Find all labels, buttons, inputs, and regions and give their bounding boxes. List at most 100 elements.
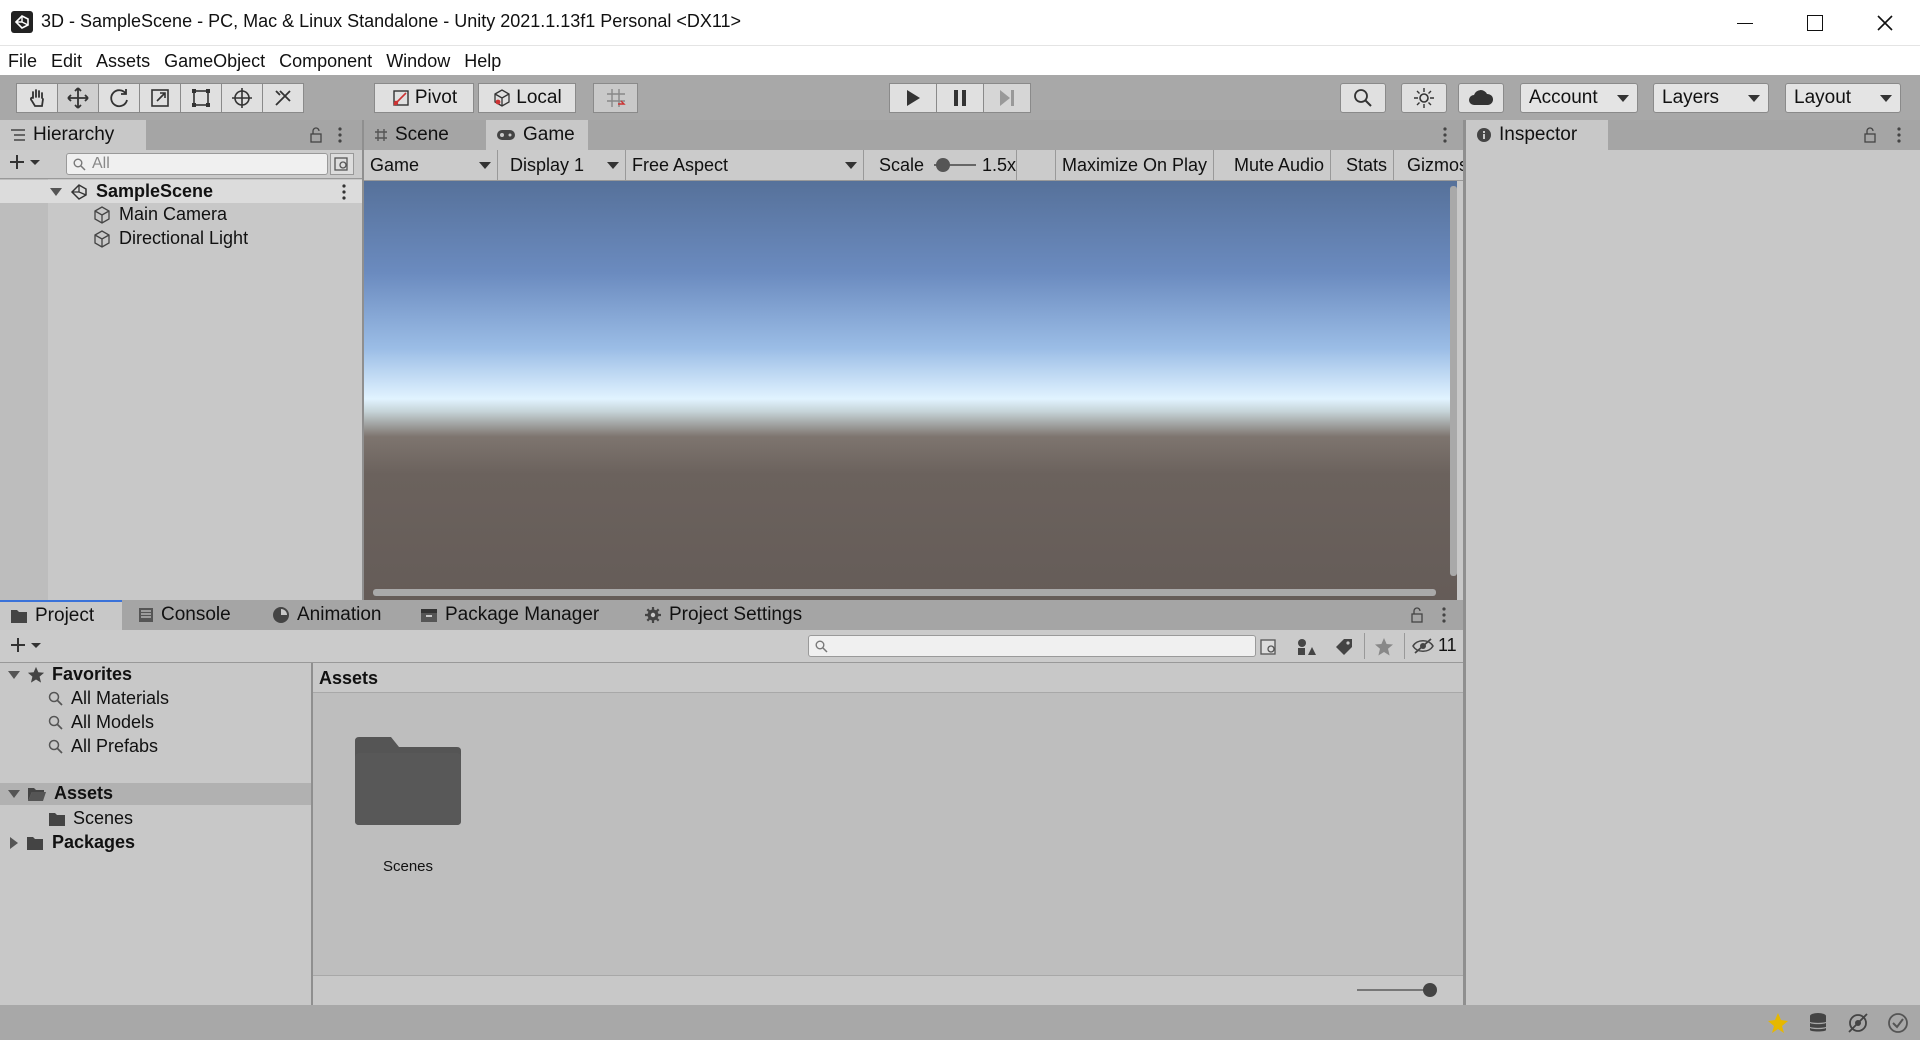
scale-slider[interactable] bbox=[934, 158, 977, 172]
expand-arrow-icon[interactable] bbox=[8, 670, 20, 679]
kebab-menu-icon[interactable] bbox=[1441, 607, 1447, 623]
move-tool-button[interactable] bbox=[57, 83, 99, 113]
pause-icon bbox=[954, 90, 966, 106]
asset-item-scenes[interactable]: Scenes bbox=[353, 735, 463, 883]
rotate-tool-button[interactable] bbox=[98, 83, 140, 113]
maximize-button[interactable] bbox=[1780, 0, 1850, 46]
collapsed-arrow-icon[interactable] bbox=[10, 836, 18, 849]
slider-handle[interactable] bbox=[1423, 983, 1437, 997]
auto-generate-lighting-icon[interactable] bbox=[1846, 1011, 1870, 1035]
cache-server-icon[interactable] bbox=[1806, 1011, 1830, 1035]
scene-name: SampleScene bbox=[96, 181, 214, 201]
bug-warning-icon[interactable] bbox=[1766, 1011, 1790, 1035]
tab-console[interactable]: Console bbox=[128, 600, 241, 630]
hierarchy-item-main-camera[interactable]: Main Camera bbox=[92, 204, 227, 225]
minimize-button[interactable] bbox=[1710, 0, 1780, 46]
tab-inspector[interactable]: Inspector bbox=[1466, 120, 1608, 150]
scene-row[interactable]: SampleScene bbox=[0, 180, 363, 203]
menu-window[interactable]: Window bbox=[379, 47, 457, 75]
close-button[interactable] bbox=[1850, 0, 1920, 46]
tree-assets-row[interactable]: Assets bbox=[0, 783, 311, 805]
horizontal-scrollbar[interactable] bbox=[373, 589, 1436, 596]
menu-component[interactable]: Component bbox=[272, 47, 379, 75]
star-icon[interactable] bbox=[1374, 637, 1394, 657]
breadcrumb-assets[interactable]: Assets bbox=[319, 668, 378, 689]
game-view-render[interactable] bbox=[364, 181, 1457, 600]
chevron-down-icon bbox=[31, 642, 41, 648]
filter-icon bbox=[334, 157, 348, 171]
lock-icon[interactable] bbox=[1863, 127, 1877, 143]
account-dropdown[interactable]: Account bbox=[1520, 83, 1638, 113]
pause-button[interactable] bbox=[936, 83, 984, 113]
kebab-menu-icon[interactable] bbox=[341, 184, 347, 200]
rect-tool-button[interactable] bbox=[180, 83, 222, 113]
tab-hierarchy[interactable]: Hierarchy bbox=[0, 120, 146, 150]
tree-item-scenes[interactable]: Scenes bbox=[48, 808, 133, 829]
hierarchy-search-input[interactable]: All bbox=[66, 153, 328, 175]
tree-item-all-prefabs[interactable]: All Prefabs bbox=[48, 736, 158, 757]
tree-item-all-materials[interactable]: All Materials bbox=[48, 688, 169, 709]
hierarchy-item-directional-light[interactable]: Directional Light bbox=[92, 228, 248, 249]
tab-project[interactable]: Project bbox=[0, 600, 122, 630]
custom-tool-button[interactable] bbox=[262, 83, 304, 113]
check-circle-icon[interactable] bbox=[1886, 1011, 1910, 1035]
search-by-type-icon[interactable] bbox=[1259, 638, 1281, 658]
mute-audio-toggle[interactable]: Mute Audio bbox=[1228, 150, 1332, 180]
layers-dropdown[interactable]: Layers bbox=[1653, 83, 1769, 113]
game-view-dropdown[interactable]: Game bbox=[366, 150, 498, 180]
transform-tool-button[interactable] bbox=[221, 83, 263, 113]
expand-arrow-icon[interactable] bbox=[8, 789, 20, 798]
icon-size-slider[interactable] bbox=[1357, 989, 1433, 991]
local-toggle[interactable]: Local bbox=[478, 83, 576, 113]
stats-toggle[interactable]: Stats bbox=[1340, 150, 1395, 180]
slider-handle[interactable] bbox=[936, 158, 951, 172]
tab-game[interactable]: Game bbox=[486, 120, 588, 150]
lock-icon[interactable] bbox=[309, 127, 323, 143]
tree-packages[interactable]: Packages bbox=[8, 832, 135, 853]
menu-file[interactable]: File bbox=[1, 47, 44, 75]
layout-dropdown[interactable]: Layout bbox=[1785, 83, 1901, 113]
expand-arrow-icon[interactable] bbox=[50, 187, 62, 196]
aspect-dropdown[interactable]: Free Aspect bbox=[628, 150, 864, 180]
scale-tool-button[interactable] bbox=[139, 83, 181, 113]
tab-animation[interactable]: Animation bbox=[262, 600, 392, 630]
tab-package-manager[interactable]: Package Manager bbox=[410, 600, 609, 630]
create-button[interactable] bbox=[8, 153, 40, 171]
hidden-packages-toggle[interactable]: 11 bbox=[1412, 635, 1457, 656]
project-search-input[interactable] bbox=[808, 635, 1256, 657]
gizmos-toggle[interactable]: Gizmos bbox=[1403, 150, 1463, 180]
layers-label: Layers bbox=[1662, 87, 1720, 108]
filter-type-icon[interactable] bbox=[1295, 637, 1317, 657]
cloud-button[interactable] bbox=[1458, 83, 1504, 113]
tag-icon[interactable] bbox=[1334, 637, 1354, 657]
play-icon bbox=[907, 90, 920, 106]
vertical-scrollbar[interactable] bbox=[1450, 186, 1457, 576]
kebab-menu-icon[interactable] bbox=[1442, 127, 1448, 143]
grid-snapping-button[interactable] bbox=[593, 83, 638, 113]
kebab-menu-icon[interactable] bbox=[337, 127, 343, 143]
hand-tool-button[interactable] bbox=[16, 83, 58, 113]
status-bar bbox=[0, 1005, 1920, 1040]
kebab-menu-icon[interactable] bbox=[1896, 127, 1902, 143]
tab-project-settings-label: Project Settings bbox=[669, 604, 803, 625]
tree-favorites[interactable]: Favorites bbox=[8, 664, 132, 685]
chevron-down-icon bbox=[1880, 94, 1892, 102]
menu-edit[interactable]: Edit bbox=[44, 47, 89, 75]
play-button[interactable] bbox=[889, 83, 937, 113]
menu-help[interactable]: Help bbox=[457, 47, 508, 75]
create-asset-button[interactable] bbox=[9, 636, 41, 654]
lock-icon[interactable] bbox=[1410, 607, 1424, 623]
search-by-type-button[interactable] bbox=[330, 153, 354, 175]
step-button[interactable] bbox=[983, 83, 1031, 113]
step-icon bbox=[1000, 90, 1014, 106]
menu-assets[interactable]: Assets bbox=[89, 47, 157, 75]
pivot-toggle[interactable]: Pivot bbox=[374, 83, 474, 113]
tab-scene[interactable]: Scene bbox=[364, 120, 480, 150]
search-button[interactable] bbox=[1340, 83, 1386, 113]
services-button[interactable] bbox=[1401, 83, 1447, 113]
tab-project-settings[interactable]: Project Settings bbox=[634, 600, 812, 630]
maximize-on-play-toggle[interactable]: Maximize On Play bbox=[1055, 150, 1215, 180]
display-dropdown[interactable]: Display 1 bbox=[500, 150, 626, 180]
tree-item-all-models[interactable]: All Models bbox=[48, 712, 154, 733]
menu-gameobject[interactable]: GameObject bbox=[157, 47, 272, 75]
